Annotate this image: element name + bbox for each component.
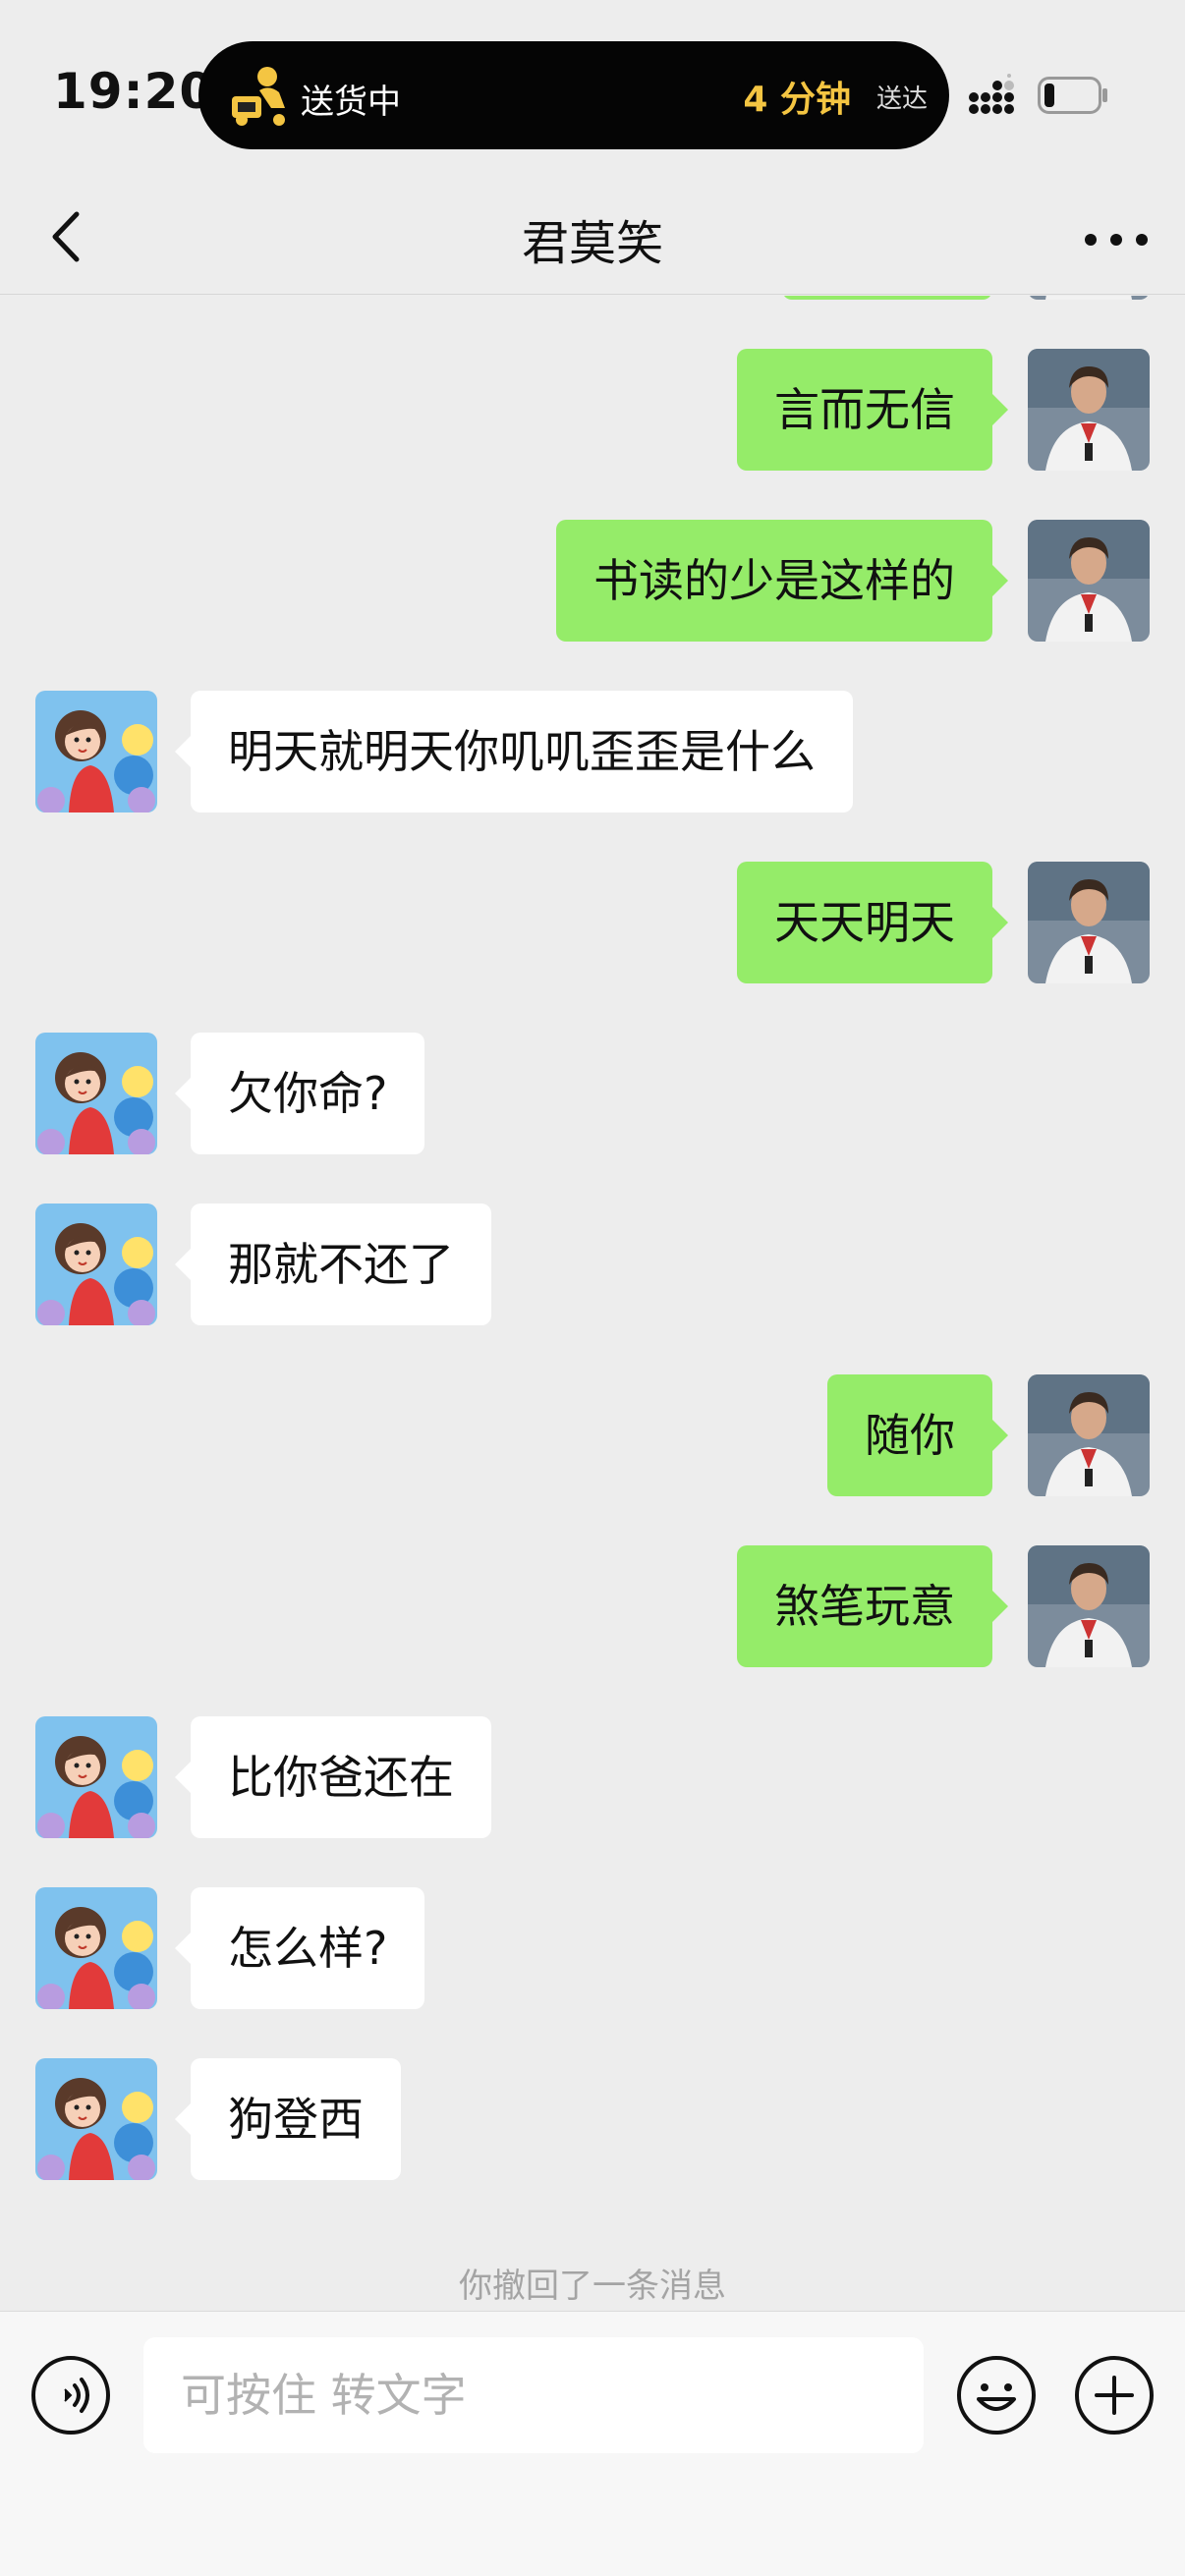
self-avatar[interactable]	[1028, 349, 1150, 471]
outgoing-message: 言而无信	[0, 349, 1185, 471]
incoming-message: 欠你命?	[0, 1033, 1185, 1154]
status-time: 19:20	[53, 63, 215, 120]
message-bubble[interactable]: 随你	[827, 1374, 1008, 1496]
incoming-message: 那就不还了	[0, 1204, 1185, 1325]
input-bar: 可按住 转文字	[0, 2311, 1185, 2576]
message-bubble[interactable]: 比你爸还在	[175, 1716, 491, 1838]
contact-avatar[interactable]	[35, 1204, 157, 1325]
message-bubble[interactable]: 天天明天	[737, 862, 1008, 983]
incoming-message: 怎么样?	[0, 1887, 1185, 2009]
message-bubble[interactable]: 言而无信	[737, 349, 1008, 471]
outgoing-message: 天天明天	[0, 862, 1185, 983]
message-bubble[interactable]: 明天就明天你叽叽歪歪是什么	[175, 691, 853, 812]
contact-avatar[interactable]	[35, 691, 157, 812]
delivery-status: 送货中	[301, 83, 401, 122]
contact-avatar[interactable]	[35, 1033, 157, 1154]
recall-notice: 你撤回了一条消息	[459, 2267, 726, 2306]
message-bubble[interactable]: 书读的少是这样的	[556, 520, 1008, 642]
outgoing-message: 书读的少是这样的	[0, 520, 1185, 642]
more-horizontal-icon[interactable]	[1077, 206, 1156, 265]
incoming-message: 狗登西	[0, 2058, 1185, 2180]
incoming-message: 明天就明天你叽叽歪歪是什么	[0, 691, 1185, 812]
outgoing-message: 煞笔玩意	[0, 1545, 1185, 1667]
dynamic-island-delivery[interactable]: 送货中 4 分钟 送达	[198, 41, 949, 149]
status-bar: 19:20 送货中 4 分钟 送达	[0, 0, 1185, 177]
incoming-message: 比你爸还在	[0, 1716, 1185, 1838]
message-input[interactable]: 可按住 转文字	[143, 2337, 924, 2453]
message-bubble[interactable]: 那就不还了	[175, 1204, 491, 1325]
self-avatar[interactable]	[1028, 862, 1150, 983]
message-bubble[interactable]: 欠你命?	[174, 1033, 425, 1154]
voice-icon[interactable]	[29, 2354, 112, 2436]
self-avatar[interactable]	[1028, 520, 1150, 642]
plus-icon[interactable]	[1073, 2354, 1156, 2436]
outgoing-message: 不像你	[0, 296, 1185, 300]
delivery-eta-suffix: 送达	[875, 84, 928, 114]
battery-icon	[1038, 77, 1107, 114]
emoji-icon[interactable]	[955, 2354, 1038, 2436]
contact-avatar[interactable]	[35, 1887, 157, 2009]
delivery-eta: 4 分钟	[743, 80, 851, 120]
cellular-signal-icon	[969, 74, 1014, 114]
message-bubble[interactable]: 怎么样?	[174, 1887, 425, 2009]
chat-title: 君莫笑	[521, 216, 663, 271]
message-bubble[interactable]: 不像你	[782, 296, 992, 300]
self-avatar[interactable]	[1028, 1374, 1150, 1496]
message-list[interactable]: 不像你言而无信书读的少是这样的明天就明天你叽叽歪歪是什么天天明天欠你命? 那就不还…	[0, 296, 1185, 2310]
self-avatar[interactable]	[1028, 1545, 1150, 1667]
contact-avatar[interactable]	[35, 1716, 157, 1838]
self-avatar[interactable]	[1028, 296, 1150, 300]
chat-header: 君莫笑	[0, 177, 1185, 295]
outgoing-message: 随你	[0, 1374, 1185, 1496]
message-bubble[interactable]: 狗登西	[175, 2058, 401, 2180]
contact-avatar[interactable]	[35, 2058, 157, 2180]
delivery-courier-icon	[232, 67, 285, 126]
message-bubble[interactable]: 煞笔玩意	[737, 1545, 1008, 1667]
